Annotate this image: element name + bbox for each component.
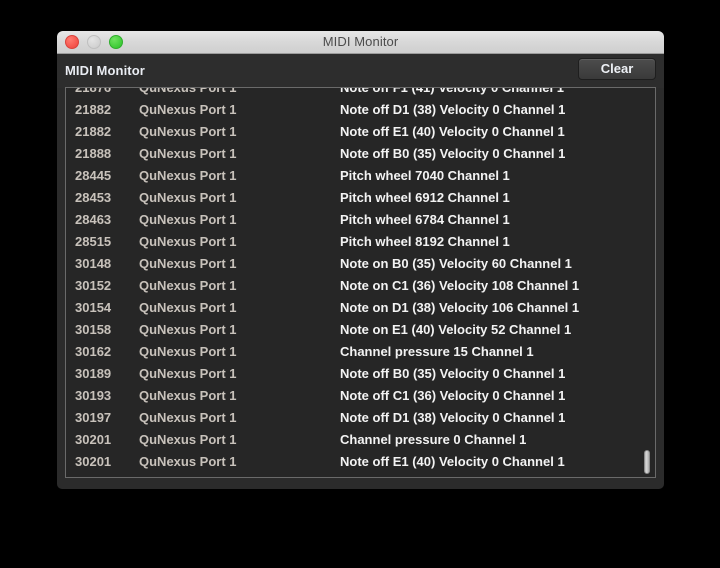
event-timestamp: 28515 — [75, 233, 112, 249]
midi-event-row[interactable]: 28453 QuNexus Port 1 Pitch wheel 6912 Chan… — [66, 186, 655, 208]
event-source-port: QuNexus Port 1 — [139, 87, 237, 95]
midi-event-row[interactable]: 30189 QuNexus Port 1 Note off B0 (35) Velo… — [66, 362, 655, 384]
app-title: MIDI Monitor — [65, 63, 145, 78]
event-source-port: QuNexus Port 1 — [139, 123, 237, 139]
event-timestamp: 30197 — [75, 409, 112, 425]
event-source-port: QuNexus Port 1 — [139, 409, 237, 425]
event-source-port: QuNexus Port 1 — [139, 365, 237, 381]
event-message: Note off D1 (38) Velocity 0 Channel 1 — [340, 409, 566, 425]
midi-event-row[interactable]: 30158 QuNexus Port 1 Note on E1 (40) Veloc… — [66, 318, 655, 340]
event-timestamp: 30158 — [75, 321, 112, 337]
event-message: Pitch wheel 6912 Channel 1 — [340, 189, 510, 205]
vertical-scrollbar[interactable] — [640, 89, 654, 476]
event-message: Pitch wheel 6784 Channel 1 — [340, 211, 510, 227]
toolbar: MIDI Monitor Clear — [57, 54, 664, 88]
minimize-window-icon[interactable] — [87, 35, 101, 49]
event-timestamp: 21882 — [75, 123, 112, 139]
event-timestamp: 30189 — [75, 365, 112, 381]
event-message: Note off F1 (41) Velocity 0 Channel 1 — [340, 87, 564, 95]
event-source-port: QuNexus Port 1 — [139, 299, 237, 315]
event-message: Note off B0 (35) Velocity 0 Channel 1 — [340, 365, 566, 381]
event-message: Pitch wheel 7040 Channel 1 — [340, 167, 510, 183]
midi-event-row[interactable]: 30148 QuNexus Port 1 Note on B0 (35) Veloc… — [66, 252, 655, 274]
event-source-port: QuNexus Port 1 — [139, 167, 237, 183]
midi-event-list[interactable]: 21876 QuNexus Port 1 Note off F1 (41) Velo… — [65, 87, 656, 478]
event-source-port: QuNexus Port 1 — [139, 211, 237, 227]
event-source-port: QuNexus Port 1 — [139, 255, 237, 271]
midi-event-row[interactable]: 30162 QuNexus Port 1 Channel pressure 15 C… — [66, 340, 655, 362]
event-source-port: QuNexus Port 1 — [139, 277, 237, 293]
event-source-port: QuNexus Port 1 — [139, 453, 237, 469]
midi-event-list-rows: 21876 QuNexus Port 1 Note off F1 (41) Velo… — [66, 87, 655, 477]
event-message: Note on C1 (36) Velocity 108 Channel 1 — [340, 277, 580, 293]
close-window-icon[interactable] — [65, 35, 79, 49]
event-source-port: QuNexus Port 1 — [139, 189, 237, 205]
event-timestamp: 30201 — [75, 453, 112, 469]
event-timestamp: 28453 — [75, 189, 112, 205]
event-message: Note off E1 (40) Velocity 0 Channel 1 — [340, 123, 565, 139]
event-message: Note off D1 (38) Velocity 0 Channel 1 — [340, 101, 566, 117]
event-message: Channel pressure 0 Channel 1 — [340, 431, 527, 447]
event-message: Note off B0 (35) Velocity 0 Channel 1 — [340, 145, 566, 161]
event-timestamp: 28463 — [75, 211, 112, 227]
midi-event-row[interactable]: 21888 QuNexus Port 1 Note off B0 (35) Velo… — [66, 142, 655, 164]
midi-event-row[interactable]: 30154 QuNexus Port 1 Note on D1 (38) Veloc… — [66, 296, 655, 318]
event-source-port: QuNexus Port 1 — [139, 101, 237, 117]
event-message: Note on E1 (40) Velocity 52 Channel 1 — [340, 321, 572, 337]
midi-event-row[interactable]: 30197 QuNexus Port 1 Note off D1 (38) Velo… — [66, 406, 655, 428]
event-timestamp: 21876 — [75, 87, 112, 95]
midi-event-row[interactable]: 30201 QuNexus Port 1 Channel pressure 0 Ch… — [66, 428, 655, 450]
event-message: Note on B0 (35) Velocity 60 Channel 1 — [340, 255, 572, 271]
midi-event-row[interactable]: 21882 QuNexus Port 1 Note off D1 (38) Velo… — [66, 98, 655, 120]
midi-event-row[interactable]: 28515 QuNexus Port 1 Pitch wheel 8192 Chan… — [66, 230, 655, 252]
window-controls — [65, 31, 123, 53]
event-message: Note off C1 (36) Velocity 0 Channel 1 — [340, 387, 566, 403]
event-source-port: QuNexus Port 1 — [139, 431, 237, 447]
midi-event-row[interactable]: 28445 QuNexus Port 1 Pitch wheel 7040 Chan… — [66, 164, 655, 186]
event-timestamp: 30152 — [75, 277, 112, 293]
midi-monitor-window: MIDI Monitor MIDI Monitor Clear 21876 QuN… — [57, 31, 664, 489]
midi-event-row[interactable]: 30201 QuNexus Port 1 Note off E1 (40) Velo… — [66, 450, 655, 472]
event-message: Channel pressure 15 Channel 1 — [340, 343, 534, 359]
zoom-window-icon[interactable] — [109, 35, 123, 49]
event-timestamp: 30154 — [75, 299, 112, 315]
event-timestamp: 28445 — [75, 167, 112, 183]
event-source-port: QuNexus Port 1 — [139, 387, 237, 403]
midi-event-row[interactable]: 28463 QuNexus Port 1 Pitch wheel 6784 Chan… — [66, 208, 655, 230]
event-timestamp: 21888 — [75, 145, 112, 161]
event-message: Note off E1 (40) Velocity 0 Channel 1 — [340, 453, 565, 469]
event-message: Note on D1 (38) Velocity 106 Channel 1 — [340, 299, 580, 315]
scrollbar-thumb[interactable] — [644, 450, 650, 474]
event-source-port: QuNexus Port 1 — [139, 321, 237, 337]
event-source-port: QuNexus Port 1 — [139, 233, 237, 249]
midi-event-row[interactable]: 21882 QuNexus Port 1 Note off E1 (40) Velo… — [66, 120, 655, 142]
event-timestamp: 30193 — [75, 387, 112, 403]
event-timestamp: 30201 — [75, 431, 112, 447]
event-message: Pitch wheel 8192 Channel 1 — [340, 233, 510, 249]
midi-event-row[interactable]: 30193 QuNexus Port 1 Note off C1 (36) Velo… — [66, 384, 655, 406]
event-source-port: QuNexus Port 1 — [139, 343, 237, 359]
event-timestamp: 30148 — [75, 255, 112, 271]
midi-event-row[interactable]: 21876 QuNexus Port 1 Note off F1 (41) Velo… — [66, 87, 655, 98]
event-timestamp: 21882 — [75, 101, 112, 117]
midi-event-row[interactable]: 30152 QuNexus Port 1 Note on C1 (36) Veloc… — [66, 274, 655, 296]
window-titlebar[interactable]: MIDI Monitor — [57, 31, 664, 54]
window-title: MIDI Monitor — [322, 34, 399, 49]
clear-button[interactable]: Clear — [578, 58, 656, 80]
event-timestamp: 30162 — [75, 343, 112, 359]
event-source-port: QuNexus Port 1 — [139, 145, 237, 161]
